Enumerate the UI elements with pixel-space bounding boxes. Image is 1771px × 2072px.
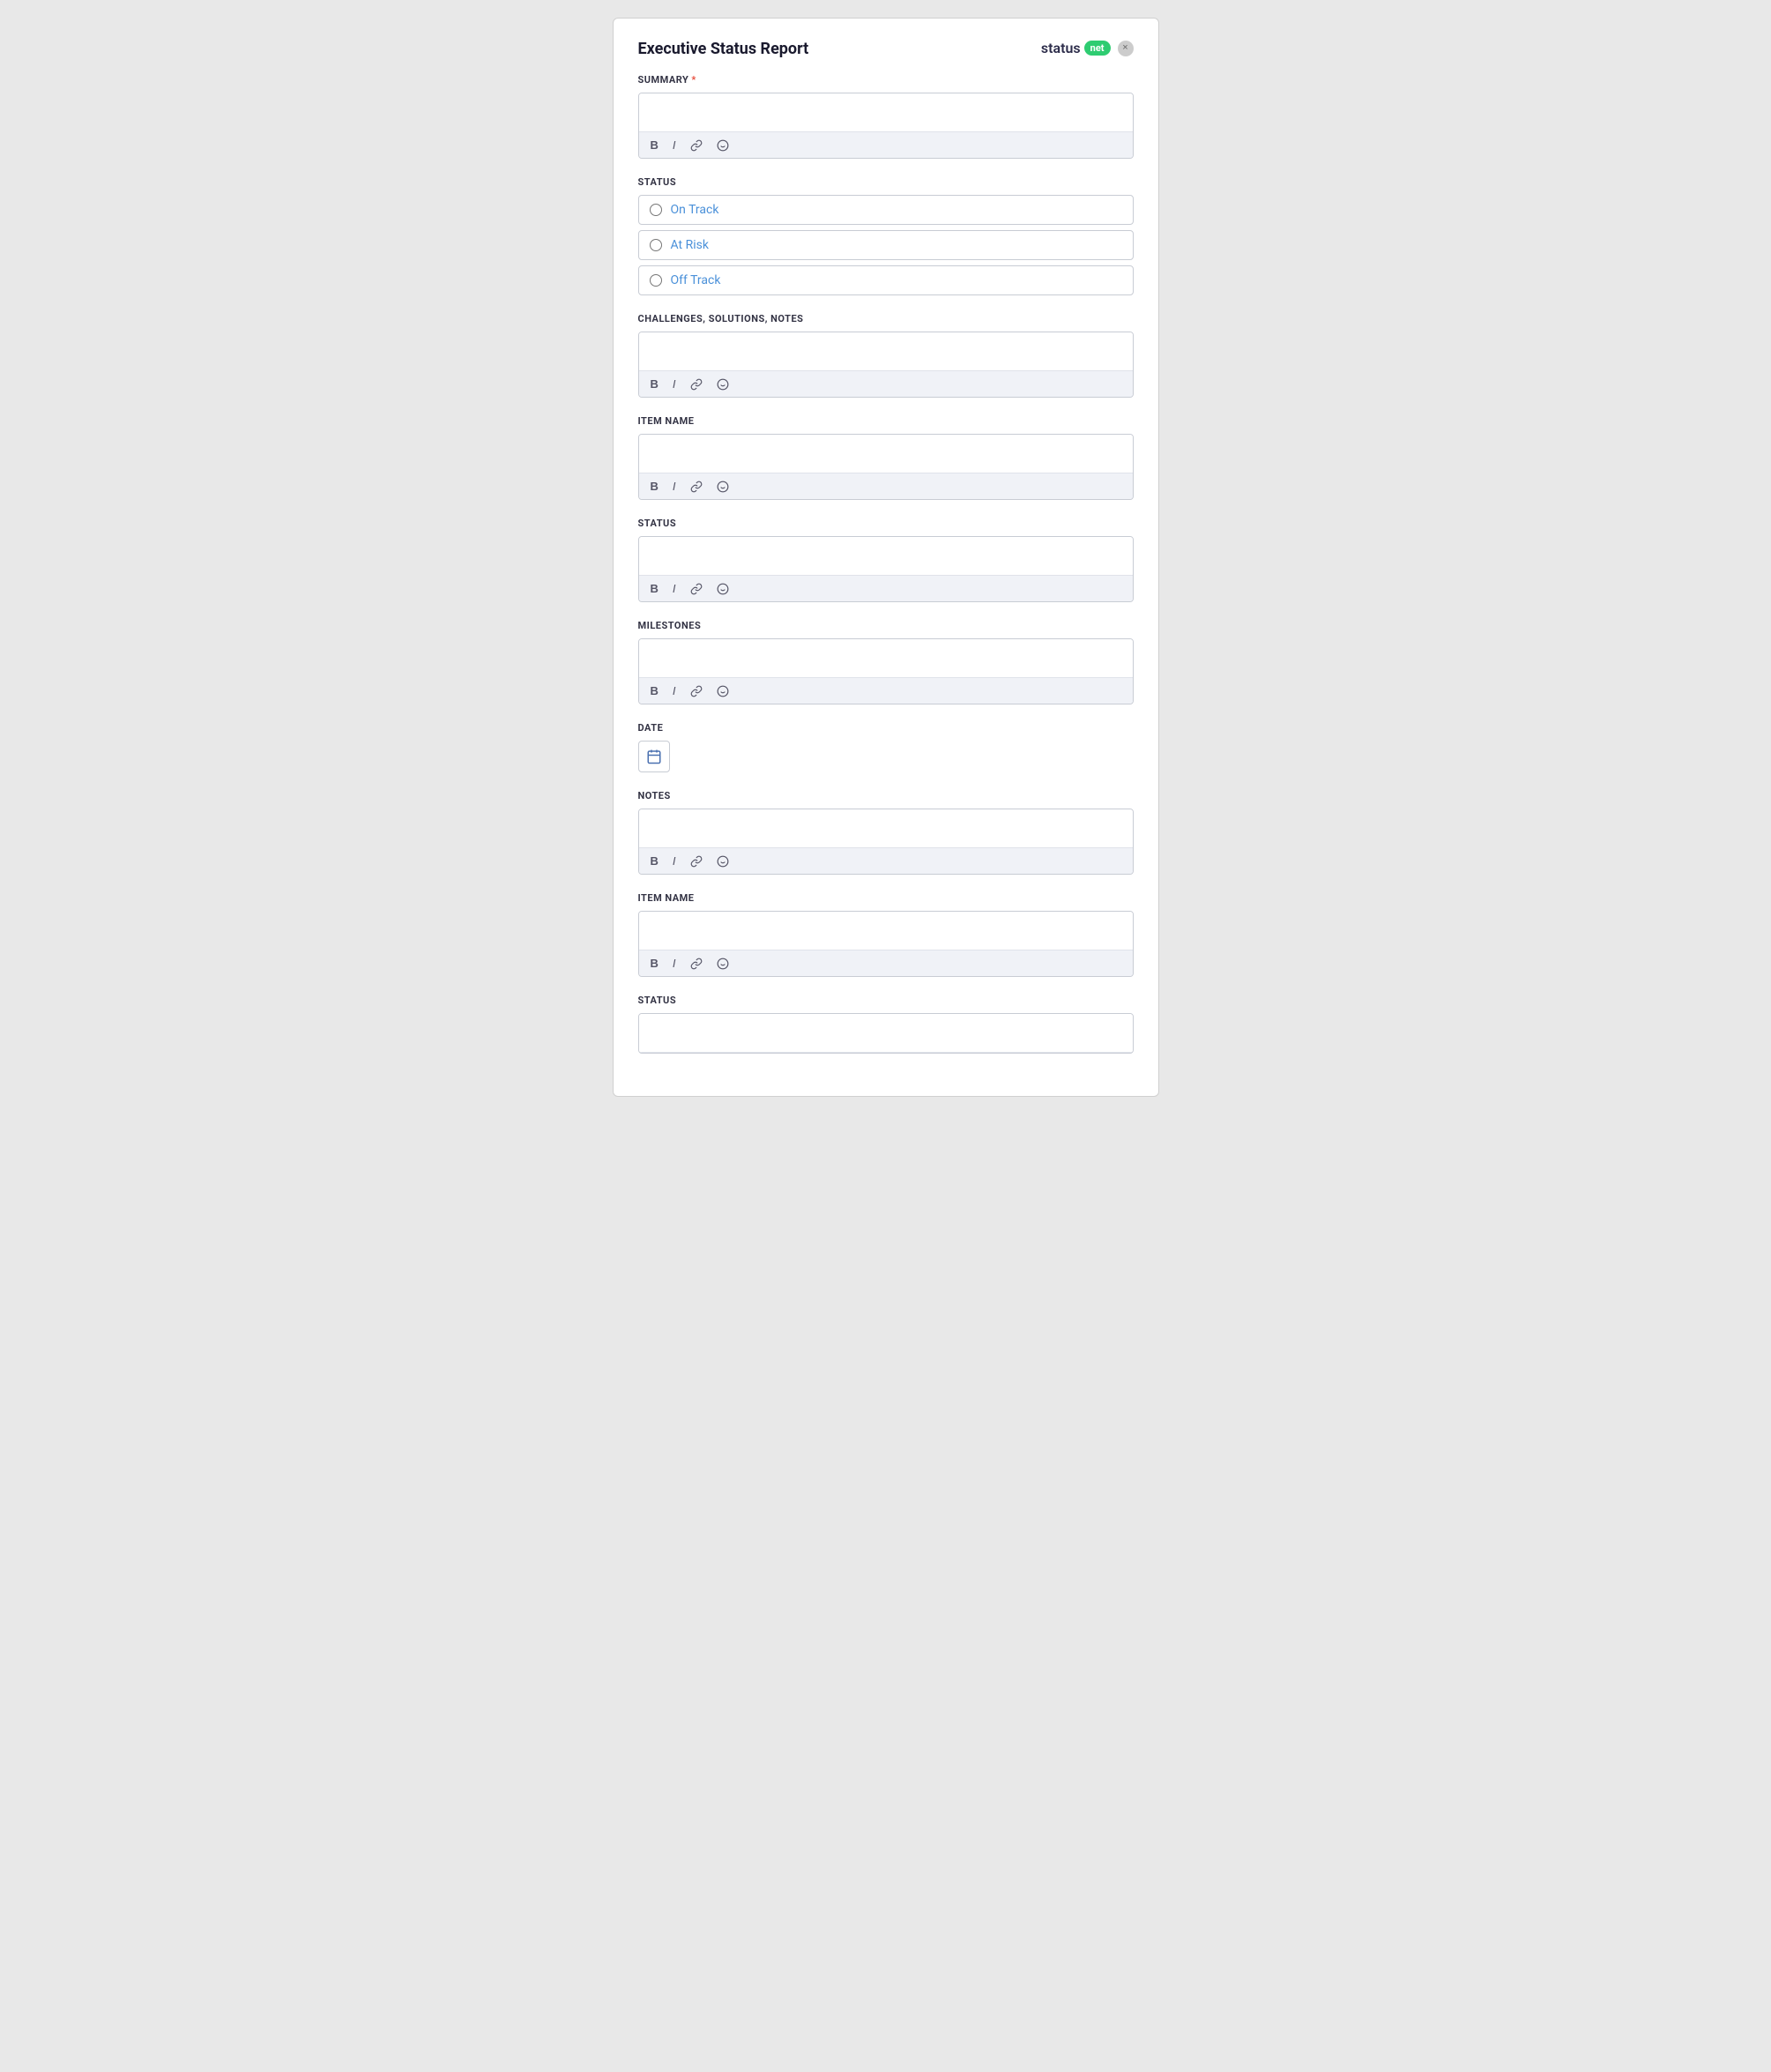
item-name-1-link-button[interactable]: [688, 480, 705, 494]
challenges-label: CHALLENGES, SOLUTIONS, NOTES: [638, 313, 1134, 324]
item-name-2-link-button[interactable]: [688, 957, 705, 971]
notes-bold-button[interactable]: B: [648, 853, 661, 868]
item-name-1-bold-button[interactable]: B: [648, 479, 661, 494]
status-2-editor-content[interactable]: [639, 537, 1133, 576]
notes-section: NOTES B I: [638, 790, 1134, 875]
notes-italic-button[interactable]: I: [670, 853, 679, 868]
status-2-editor: B I: [638, 536, 1134, 602]
close-button[interactable]: ×: [1118, 41, 1134, 56]
brand-logo: status net: [1041, 40, 1111, 56]
status-label: STATUS: [638, 176, 1134, 188]
summary-editor-content[interactable]: [639, 93, 1133, 132]
status-2-italic-button[interactable]: I: [670, 581, 679, 596]
item-name-1-editor-toolbar: B I: [639, 473, 1133, 499]
summary-editor: B I: [638, 93, 1134, 159]
notes-editor: B I: [638, 809, 1134, 875]
challenges-italic-button[interactable]: I: [670, 376, 679, 391]
notes-emoji-button[interactable]: [714, 854, 732, 868]
header-right: status net ×: [1041, 40, 1134, 56]
status-radio-group: On Track At Risk Off Track: [638, 195, 1134, 295]
status-3-editor: [638, 1013, 1134, 1054]
executive-status-report-modal: Executive Status Report status net × SUM…: [613, 18, 1159, 1097]
milestones-bold-button[interactable]: B: [648, 683, 661, 698]
milestones-editor-content[interactable]: [639, 639, 1133, 678]
modal-title-block: Executive Status Report: [638, 40, 809, 58]
status-3-section: STATUS: [638, 995, 1134, 1054]
modal-title: Executive Status Report: [638, 40, 809, 58]
item-name-2-editor-content[interactable]: [639, 912, 1133, 950]
status-2-emoji-button[interactable]: [714, 582, 732, 596]
challenges-emoji-button[interactable]: [714, 377, 732, 391]
brand-text: status: [1041, 40, 1081, 56]
modal-header: Executive Status Report status net ×: [638, 40, 1134, 58]
status-option-off-track-label: Off Track: [671, 273, 721, 287]
item-name-1-section: ITEM NAME B I: [638, 415, 1134, 500]
item-name-2-bold-button[interactable]: B: [648, 956, 661, 971]
status-2-bold-button[interactable]: B: [648, 581, 661, 596]
status-radio-off-track[interactable]: [650, 274, 662, 287]
date-picker-button[interactable]: [638, 741, 670, 772]
calendar-icon: [646, 749, 662, 764]
milestones-italic-button[interactable]: I: [670, 683, 679, 698]
summary-link-button[interactable]: [688, 138, 705, 153]
brand-badge: net: [1084, 41, 1111, 56]
required-indicator: *: [691, 74, 696, 86]
summary-italic-button[interactable]: I: [670, 138, 679, 153]
milestones-editor-toolbar: B I: [639, 678, 1133, 704]
status-3-editor-content[interactable]: [639, 1014, 1133, 1053]
date-label: DATE: [638, 722, 1134, 734]
milestones-section: MILESTONES B I: [638, 620, 1134, 704]
status-option-on-track-label: On Track: [671, 203, 719, 217]
notes-editor-content[interactable]: [639, 809, 1133, 848]
status-2-editor-toolbar: B I: [639, 576, 1133, 601]
notes-link-button[interactable]: [688, 854, 705, 868]
item-name-2-label: ITEM NAME: [638, 892, 1134, 904]
challenges-section: CHALLENGES, SOLUTIONS, NOTES B I: [638, 313, 1134, 398]
summary-section: SUMMARY* B I: [638, 74, 1134, 159]
challenges-editor-toolbar: B I: [639, 371, 1133, 397]
status-2-link-button[interactable]: [688, 582, 705, 596]
summary-editor-toolbar: B I: [639, 132, 1133, 158]
challenges-link-button[interactable]: [688, 377, 705, 391]
item-name-1-emoji-button[interactable]: [714, 480, 732, 494]
status-radio-at-risk[interactable]: [650, 239, 662, 251]
status-2-section: STATUS B I: [638, 518, 1134, 602]
milestones-editor: B I: [638, 638, 1134, 704]
item-name-1-editor-content[interactable]: [639, 435, 1133, 473]
date-section: DATE: [638, 722, 1134, 772]
status-option-off-track[interactable]: Off Track: [638, 265, 1134, 295]
notes-label: NOTES: [638, 790, 1134, 801]
status-option-at-risk-label: At Risk: [671, 238, 709, 252]
status-option-on-track[interactable]: On Track: [638, 195, 1134, 225]
challenges-editor-content[interactable]: [639, 332, 1133, 371]
status-radio-on-track[interactable]: [650, 204, 662, 216]
status-option-at-risk[interactable]: At Risk: [638, 230, 1134, 260]
challenges-bold-button[interactable]: B: [648, 376, 661, 391]
summary-label: SUMMARY*: [638, 74, 1134, 86]
item-name-2-editor: B I: [638, 911, 1134, 977]
summary-bold-button[interactable]: B: [648, 138, 661, 153]
status-2-label: STATUS: [638, 518, 1134, 529]
status-section: STATUS On Track At Risk Off Track: [638, 176, 1134, 295]
milestones-label: MILESTONES: [638, 620, 1134, 631]
item-name-2-editor-toolbar: B I: [639, 950, 1133, 976]
item-name-1-editor: B I: [638, 434, 1134, 500]
item-name-2-emoji-button[interactable]: [714, 957, 732, 971]
status-3-label: STATUS: [638, 995, 1134, 1006]
milestones-emoji-button[interactable]: [714, 684, 732, 698]
item-name-1-italic-button[interactable]: I: [670, 479, 679, 494]
item-name-2-italic-button[interactable]: I: [670, 956, 679, 971]
item-name-1-label: ITEM NAME: [638, 415, 1134, 427]
notes-editor-toolbar: B I: [639, 848, 1133, 874]
summary-emoji-button[interactable]: [714, 138, 732, 153]
milestones-link-button[interactable]: [688, 684, 705, 698]
item-name-2-section: ITEM NAME B I: [638, 892, 1134, 977]
challenges-editor: B I: [638, 332, 1134, 398]
